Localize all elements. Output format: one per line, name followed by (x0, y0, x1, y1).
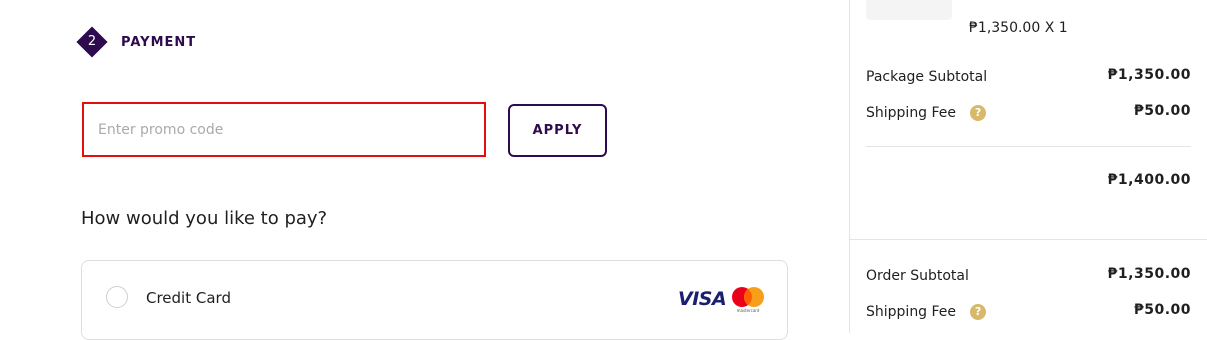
promo-code-input[interactable] (84, 104, 484, 155)
credit-card-label: Credit Card (146, 289, 231, 307)
step-title: PAYMENT (121, 35, 197, 50)
order-shipping-label: Shipping Fee (866, 304, 957, 320)
package-divider (866, 146, 1191, 147)
payment-question: How would you like to pay? (81, 208, 328, 229)
package-shipping-value: ₱50.00 (1133, 103, 1191, 119)
order-subtotal-value: ₱1,350.00 (1107, 266, 1191, 282)
order-subtotal-label: Order Subtotal (866, 268, 969, 284)
package-shipping-fee: Shipping Fee? (866, 105, 987, 121)
step-number: 2 (87, 34, 97, 49)
package-subtotal-value: ₱1,350.00 (1107, 67, 1191, 83)
visa-logo: VISA (678, 288, 727, 310)
package-shipping-label: Shipping Fee (866, 105, 957, 121)
order-shipping-help-icon[interactable]: ? (970, 304, 987, 320)
package-total-value: ₱1,400.00 (1107, 172, 1191, 188)
payment-option-credit-card[interactable]: Credit Card VISA mastercard (81, 260, 788, 340)
credit-card-radio[interactable] (106, 286, 128, 308)
item-price-quantity: ₱1,350.00 X 1 (969, 20, 1068, 36)
shipping-help-icon[interactable]: ? (970, 105, 987, 121)
order-shipping-value: ₱50.00 (1133, 302, 1191, 318)
product-thumbnail (866, 0, 952, 20)
apply-promo-button[interactable]: APPLY (508, 104, 607, 157)
column-divider (849, 0, 850, 333)
mastercard-logo: mastercard (732, 287, 764, 313)
package-subtotal-label: Package Subtotal (866, 69, 988, 85)
promo-code-field[interactable] (82, 102, 486, 157)
svg-text:mastercard: mastercard (737, 308, 760, 313)
order-divider (850, 239, 1207, 240)
order-shipping-fee: Shipping Fee? (866, 304, 987, 320)
